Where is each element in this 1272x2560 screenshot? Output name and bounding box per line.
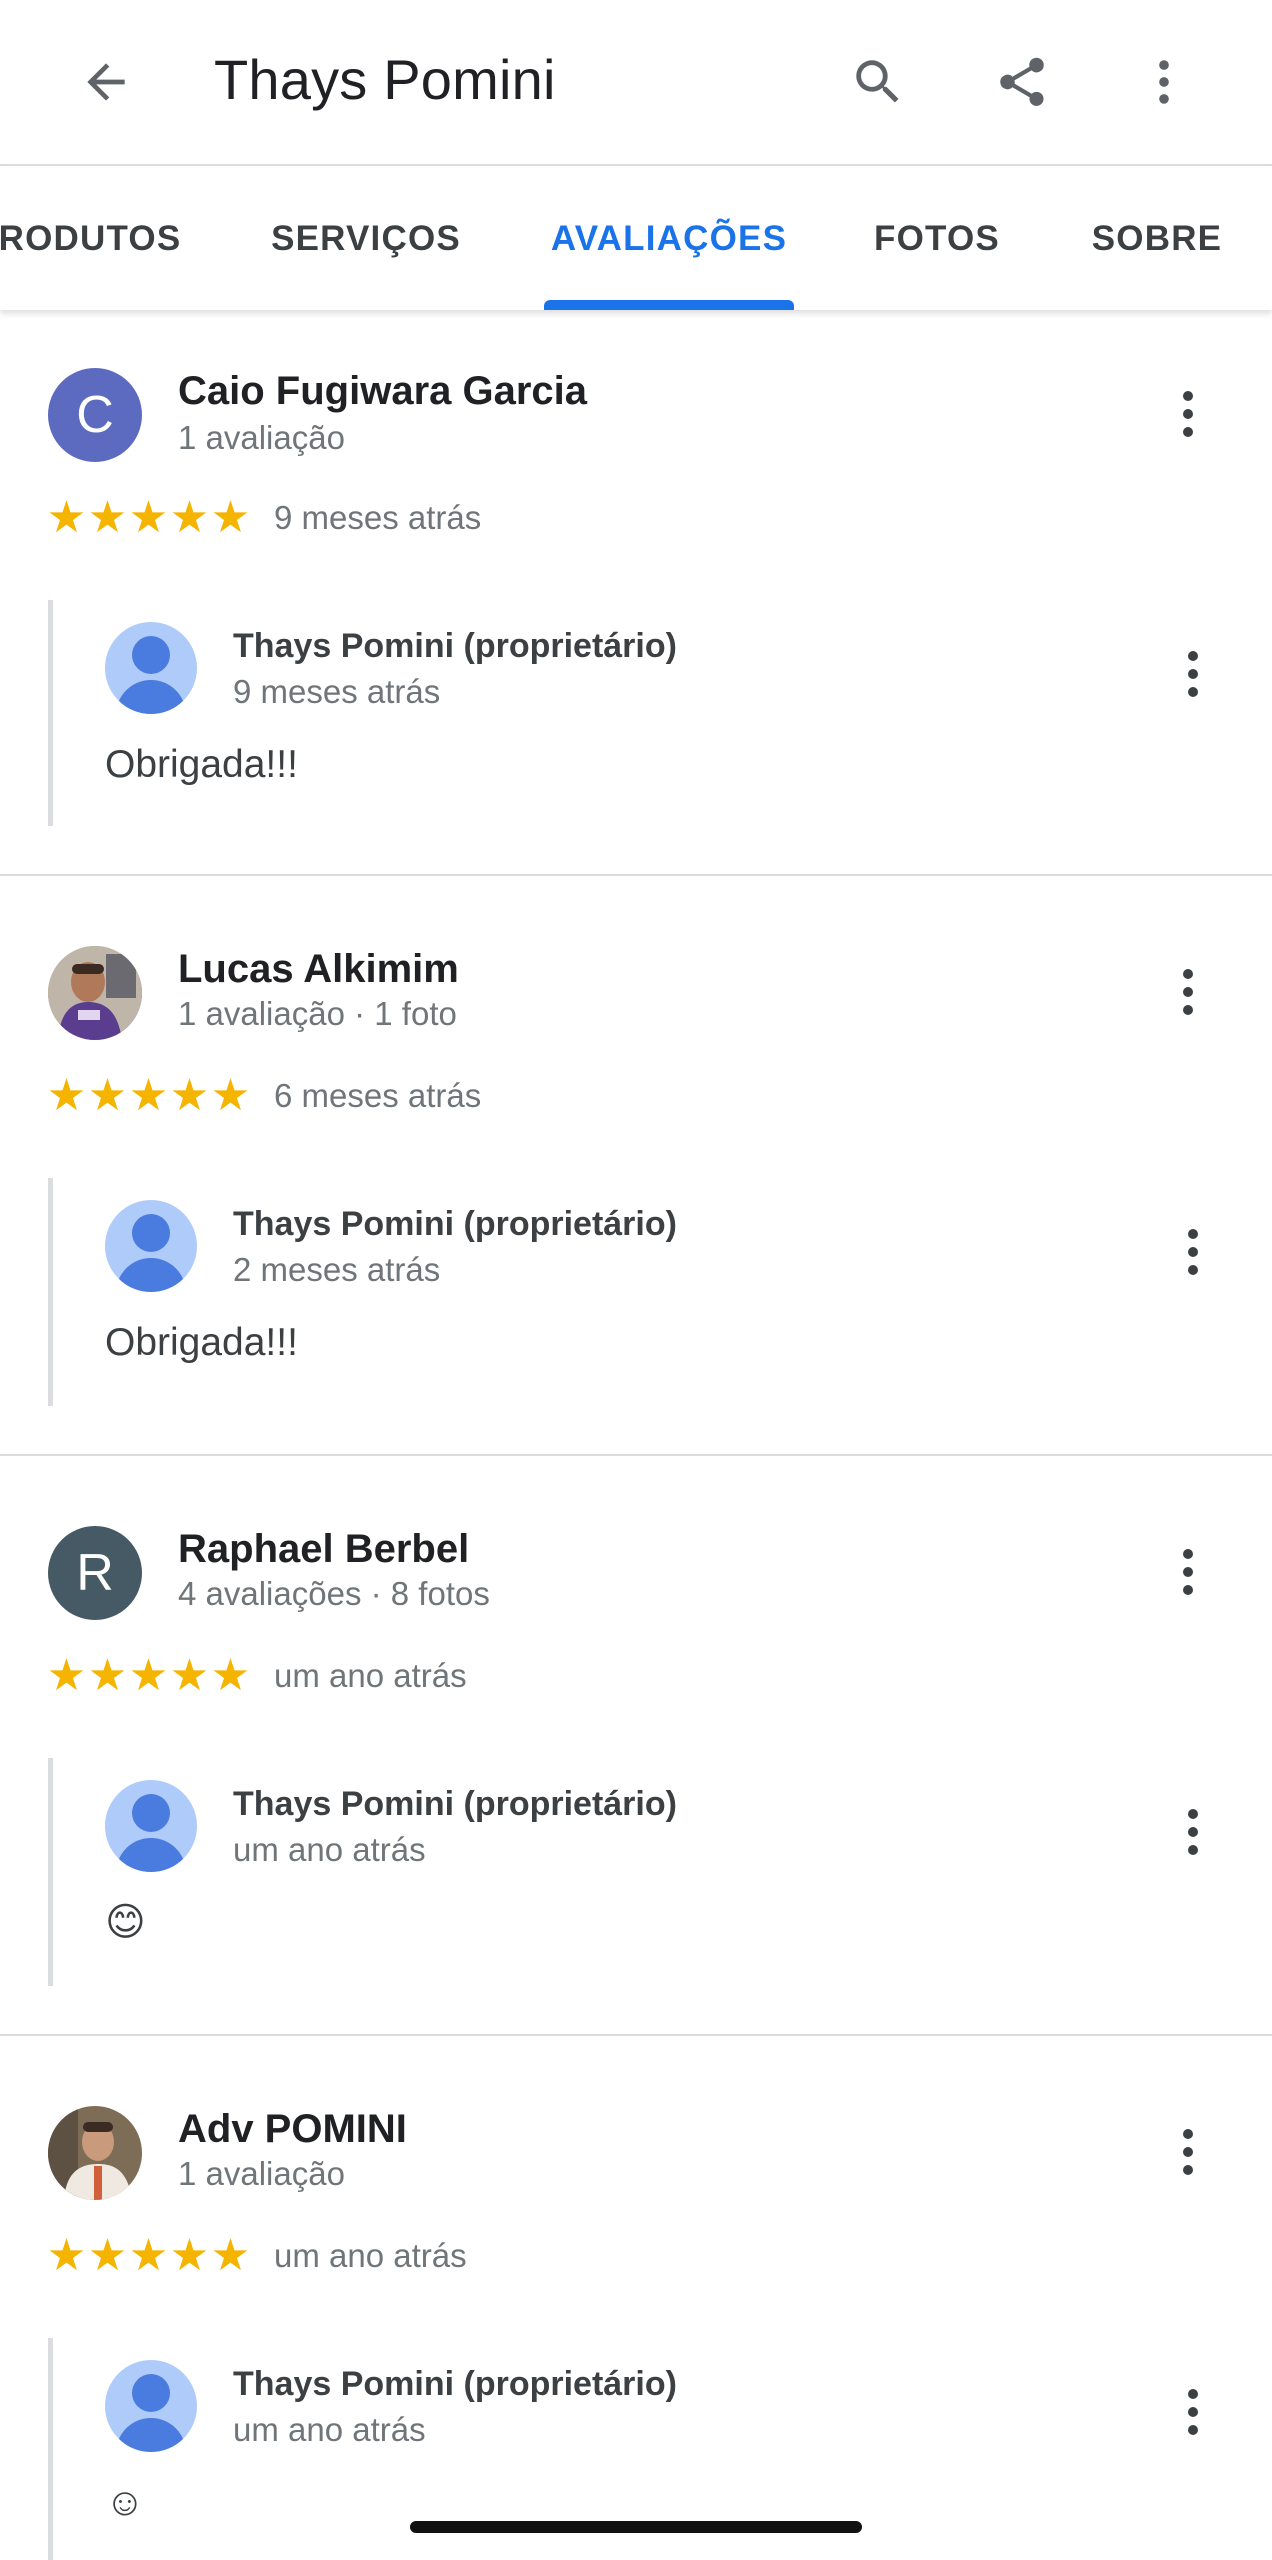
reply-text: ☺: [105, 2481, 145, 2524]
tab-label: SOBRE: [1091, 219, 1223, 258]
star-icon: ★: [210, 2231, 251, 2280]
tab-sobre[interactable]: SOBRE: [1082, 168, 1232, 310]
review-item: C Caio Fugiwara Garcia 1 avaliação ★ ★ ★ ★ ★…: [0, 310, 1272, 876]
star-icon: ★: [128, 1071, 169, 1120]
arrow-back-icon[interactable]: [70, 42, 142, 122]
home-indicator[interactable]: [410, 2521, 862, 2533]
reply-time: um ano atrás: [233, 1831, 426, 1868]
more-options-icon[interactable]: [1148, 1532, 1228, 1612]
owner-name: Thays Pomini (proprietário): [233, 1205, 677, 1243]
review-time: um ano atrás: [274, 2237, 467, 2274]
reviewer-name[interactable]: Caio Fugiwara Garcia: [178, 366, 587, 416]
star-icon: ★: [46, 493, 87, 542]
star-rating: ★ ★ ★ ★ ★: [46, 496, 251, 540]
review-time: um ano atrás: [274, 1657, 467, 1694]
review-time: 6 meses atrás: [274, 1077, 482, 1114]
star-icon: ★: [169, 1651, 210, 1700]
star-icon: ★: [87, 1651, 128, 1700]
search-icon[interactable]: [838, 42, 918, 122]
star-icon: ★: [87, 493, 128, 542]
reply-more-options-icon[interactable]: [1153, 634, 1233, 714]
review-item: R Raphael Berbel 4 avaliações · 8 fotos …: [0, 1456, 1272, 2036]
star-icon: ★: [46, 1071, 87, 1120]
tab-label: AVALIAÇÕES: [550, 219, 788, 258]
review-item: Adv POMINI 1 avaliação ★ ★ ★ ★ ★ um ano atrá…: [0, 2036, 1272, 2560]
reply-time: um ano atrás: [233, 2411, 426, 2448]
avatar-letter: R: [76, 1544, 114, 1602]
tab-servicos[interactable]: SERVIÇOS: [256, 168, 476, 310]
avatar-letter: C: [76, 386, 114, 444]
star-icon: ★: [128, 493, 169, 542]
more-options-icon[interactable]: [1148, 374, 1228, 454]
star-icon: ★: [210, 493, 251, 542]
owner-avatar: [105, 622, 197, 714]
star-icon: ★: [46, 1651, 87, 1700]
more-options-icon[interactable]: [1148, 2112, 1228, 2192]
avatar[interactable]: R: [48, 1526, 142, 1620]
tab-avaliacoes[interactable]: AVALIAÇÕES: [544, 168, 794, 310]
owner-reply: Thays Pomini (proprietário) 9 meses atrá…: [48, 600, 1228, 826]
reply-time: 2 meses atrás: [233, 1251, 441, 1288]
share-icon[interactable]: [982, 42, 1062, 122]
reviewer-name[interactable]: Raphael Berbel: [178, 1524, 469, 1574]
reply-more-options-icon[interactable]: [1153, 1212, 1233, 1292]
review-time: 9 meses atrás: [274, 499, 482, 536]
star-icon: ★: [169, 493, 210, 542]
owner-reply: Thays Pomini (proprietário) 2 meses atrá…: [48, 1178, 1228, 1406]
tab-label: RODUTOS: [0, 219, 182, 258]
star-rating: ★ ★ ★ ★ ★: [46, 2234, 251, 2278]
reviewer-meta: 4 avaliações · 8 fotos: [178, 1575, 490, 1612]
reviewer-meta: 1 avaliação: [178, 2155, 345, 2192]
reply-text: 😊: [105, 1901, 146, 1944]
star-icon: ★: [210, 1071, 251, 1120]
star-rating: ★ ★ ★ ★ ★: [46, 1074, 251, 1118]
owner-name: Thays Pomini (proprietário): [233, 2365, 677, 2403]
star-icon: ★: [128, 2231, 169, 2280]
star-rating: ★ ★ ★ ★ ★: [46, 1654, 251, 1698]
tab-label: FOTOS: [874, 219, 1000, 258]
star-icon: ★: [128, 1651, 169, 1700]
owner-avatar: [105, 1780, 197, 1872]
page-title: Thays Pomini: [214, 48, 556, 111]
star-icon: ★: [169, 2231, 210, 2280]
reviewer-meta: 1 avaliação: [178, 419, 345, 456]
reply-text: Obrigada!!!: [105, 1321, 298, 1364]
owner-avatar: [105, 2360, 197, 2452]
app-bar: Thays Pomini: [0, 0, 1272, 166]
more-vert-icon[interactable]: [1124, 42, 1204, 122]
reply-text: Obrigada!!!: [105, 743, 298, 786]
star-icon: ★: [87, 2231, 128, 2280]
owner-avatar: [105, 1200, 197, 1292]
tab-indicator: [544, 300, 794, 310]
owner-name: Thays Pomini (proprietário): [233, 1785, 677, 1823]
tab-produtos[interactable]: RODUTOS: [0, 168, 190, 310]
avatar[interactable]: C: [48, 368, 142, 462]
star-icon: ★: [46, 2231, 87, 2280]
reply-more-options-icon[interactable]: [1153, 2372, 1233, 2452]
reviewer-name[interactable]: Adv POMINI: [178, 2104, 407, 2154]
avatar[interactable]: [48, 946, 142, 1040]
star-icon: ★: [210, 1651, 251, 1700]
avatar[interactable]: [48, 2106, 142, 2200]
tab-label: SERVIÇOS: [271, 219, 461, 258]
review-item: Lucas Alkimim 1 avaliação · 1 foto ★ ★ ★ ★ ★…: [0, 876, 1272, 1456]
star-icon: ★: [169, 1071, 210, 1120]
owner-reply: Thays Pomini (proprietário) um ano atrás…: [48, 1758, 1228, 1986]
reply-time: 9 meses atrás: [233, 673, 441, 710]
reviewer-name[interactable]: Lucas Alkimim: [178, 944, 459, 994]
reply-more-options-icon[interactable]: [1153, 1792, 1233, 1872]
more-options-icon[interactable]: [1148, 952, 1228, 1032]
tab-bar: RODUTOS SERVIÇOS AVALIAÇÕES FOTOS SOBRE: [0, 168, 1272, 310]
reviewer-meta: 1 avaliação · 1 foto: [178, 995, 457, 1032]
owner-name: Thays Pomini (proprietário): [233, 627, 677, 665]
tab-fotos[interactable]: FOTOS: [862, 168, 1012, 310]
star-icon: ★: [87, 1071, 128, 1120]
